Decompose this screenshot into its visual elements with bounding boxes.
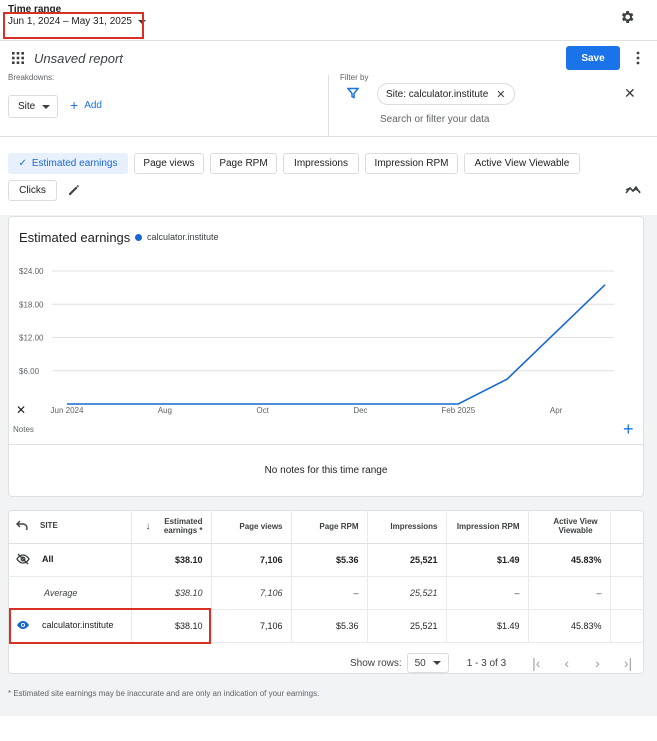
- cell-spacer: [610, 609, 644, 643]
- cell-active-view-viewable: 45.83%: [528, 543, 611, 577]
- undo-icon[interactable]: [16, 520, 28, 531]
- table-header-row: SITE ↓ Estimated earnings * Page views P…: [8, 510, 644, 544]
- y-tick-label: $18.00: [19, 300, 44, 309]
- visibility-off-icon[interactable]: [16, 553, 30, 565]
- page-bottom: [0, 716, 657, 741]
- column-header-impressions[interactable]: Impressions: [367, 510, 447, 544]
- y-tick-label: $12.00: [19, 334, 44, 343]
- column-header-spacer: [610, 510, 644, 544]
- first-page-icon[interactable]: |‹: [532, 655, 540, 671]
- notes-divider: [9, 444, 643, 445]
- cell-impression-rpm: –: [446, 576, 529, 610]
- column-header-page-views[interactable]: Page views: [211, 510, 292, 544]
- cell-page-views: 7,106: [211, 543, 292, 577]
- cell-impressions: 25,521: [367, 543, 447, 577]
- cell-estimated-earnings: $38.10: [131, 543, 212, 577]
- cell-impressions: 25,521: [367, 576, 447, 610]
- x-tick-label: Feb 2025: [441, 406, 475, 415]
- cell-page-views: 7,106: [211, 609, 292, 643]
- column-header-site[interactable]: SITE: [8, 510, 132, 544]
- site-name: All: [42, 553, 54, 564]
- cell-page-rpm: $5.36: [291, 609, 368, 643]
- close-notes-icon[interactable]: ✕: [16, 404, 26, 416]
- highlight-box-site-row: [9, 608, 211, 644]
- page-range-text: 1 - 3 of 3: [466, 657, 507, 669]
- series-line: [67, 284, 606, 405]
- table-row-average: Average $38.10 7,106 – 25,521 – –: [8, 576, 644, 610]
- table-row-all: All $38.10 7,106 $5.36 25,521 $1.49 45.8…: [8, 543, 644, 577]
- cell-active-view-viewable: –: [528, 576, 611, 610]
- cell-active-view-viewable: 45.83%: [528, 609, 611, 643]
- earnings-footnote: * Estimated site earnings may be inaccur…: [8, 689, 320, 698]
- column-header-impression-rpm[interactable]: Impression RPM: [446, 510, 529, 544]
- cell-page-rpm: $5.36: [291, 543, 368, 577]
- y-tick-label: $6.00: [19, 367, 40, 376]
- column-header-page-rpm[interactable]: Page RPM: [291, 510, 368, 544]
- earnings-line-chart: $6.00 $12.00 $18.00 $24.00 Jun 2024 Aug Oct De…: [19, 267, 614, 415]
- rows-per-page-dropdown[interactable]: 50: [406, 653, 449, 673]
- column-header-label: Estimated earnings *: [163, 517, 203, 536]
- cell-page-rpm: –: [291, 576, 368, 610]
- sort-down-arrow-icon: ↓: [145, 520, 151, 532]
- x-tick-label: Apr: [550, 406, 563, 415]
- column-header-active-view-viewable[interactable]: Active View Viewable: [528, 510, 611, 544]
- x-tick-label: Aug: [158, 406, 172, 415]
- last-page-icon[interactable]: ›|: [624, 655, 632, 671]
- caret-down-icon: [432, 661, 441, 665]
- cell-spacer: [610, 543, 644, 577]
- x-tick-label: Jun 2024: [51, 406, 84, 415]
- cell-impression-rpm: $1.49: [446, 609, 529, 643]
- next-page-icon[interactable]: ›: [595, 655, 600, 671]
- column-header-label: Active View Viewable: [553, 517, 598, 536]
- column-header-estimated-earnings[interactable]: ↓ Estimated earnings *: [131, 510, 212, 544]
- show-rows-label: Show rows:: [350, 657, 402, 669]
- pagination: Show rows: 50 1 - 3 of 3 |‹ ‹ › ›|: [350, 653, 632, 673]
- cell-spacer: [610, 576, 644, 610]
- cell-page-views: 7,106: [211, 576, 292, 610]
- cell-impression-rpm: $1.49: [446, 543, 529, 577]
- x-tick-label: Oct: [256, 406, 269, 415]
- previous-page-icon[interactable]: ‹: [564, 655, 569, 671]
- x-tick-label: Dec: [353, 406, 367, 415]
- add-note-icon[interactable]: +: [623, 420, 634, 438]
- column-header-label: SITE: [40, 520, 58, 530]
- cell-estimated-earnings: $38.10: [131, 576, 212, 610]
- site-name: Average: [44, 587, 78, 598]
- cell-site: Average: [8, 576, 132, 610]
- cell-impressions: 25,521: [367, 609, 447, 643]
- cell-site: All: [8, 543, 132, 577]
- notes-label: Notes: [13, 425, 34, 434]
- rows-per-page-value: 50: [414, 657, 426, 669]
- y-tick-label: $24.00: [19, 267, 44, 276]
- notes-empty-message: No notes for this time range: [264, 465, 388, 476]
